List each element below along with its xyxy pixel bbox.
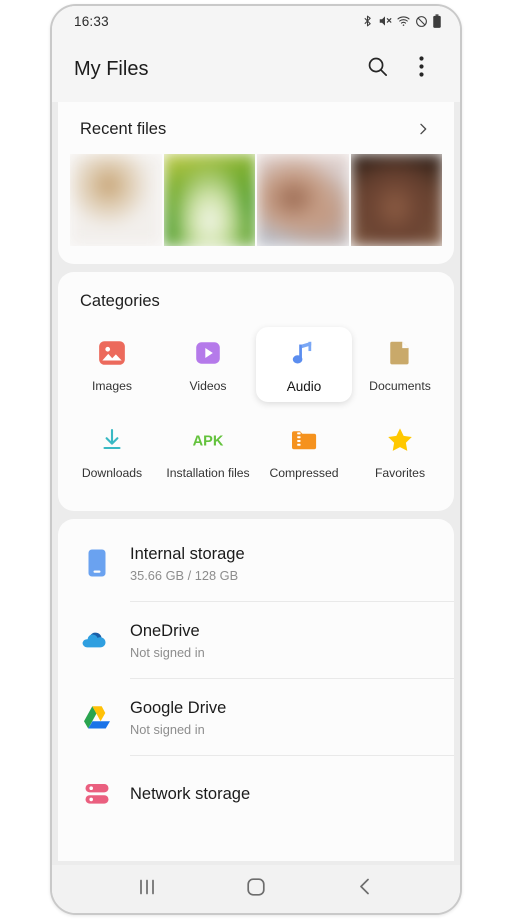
battery-icon xyxy=(432,13,442,29)
audio-icon xyxy=(288,336,320,370)
storage-name: Google Drive xyxy=(130,698,227,717)
status-bar: 16:33 xyxy=(52,6,460,36)
chevron-right-icon[interactable] xyxy=(412,118,434,140)
category-label: Images xyxy=(92,379,132,393)
search-icon xyxy=(366,55,389,83)
downloads-icon xyxy=(98,423,126,457)
recent-files-card: Recent files xyxy=(58,102,454,264)
google-drive-icon xyxy=(80,704,114,731)
home-icon xyxy=(246,877,266,902)
status-clock: 16:33 xyxy=(74,13,109,29)
mute-icon xyxy=(378,14,392,28)
recent-files-header[interactable]: Recent files xyxy=(58,118,454,140)
storage-item-network[interactable]: Network storage xyxy=(58,756,454,832)
back-button[interactable] xyxy=(343,869,387,909)
compressed-icon xyxy=(289,423,319,457)
category-label: Favorites xyxy=(374,466,426,480)
home-button[interactable] xyxy=(234,869,278,909)
phone-frame: 16:33 My Files Recent files Categories I… xyxy=(50,4,462,915)
category-compressed[interactable]: Compressed xyxy=(256,414,352,489)
list-item[interactable] xyxy=(163,154,255,246)
search-button[interactable] xyxy=(360,52,394,86)
storage-list-card: Internal storage 35.66 GB / 128 GB OneDr… xyxy=(58,519,454,861)
images-icon xyxy=(97,336,127,370)
app-bar: My Files xyxy=(52,36,460,102)
thumbnail-1 xyxy=(70,154,162,246)
category-installation-files[interactable]: APK Installation files xyxy=(160,414,256,489)
category-favorites[interactable]: Favorites xyxy=(352,414,448,489)
category-label: Videos xyxy=(189,379,227,393)
overflow-menu-button[interactable] xyxy=(404,52,438,86)
onedrive-icon xyxy=(80,629,114,651)
category-label: Compressed xyxy=(269,466,339,480)
list-item[interactable] xyxy=(257,154,349,246)
favorites-icon xyxy=(385,423,415,457)
categories-row-1: Images Videos Audio Documents xyxy=(58,327,454,402)
categories-row-2: Downloads APK Installation files Compres… xyxy=(58,414,454,489)
content-scroll-area[interactable]: Recent files Categories Images Videos Au… xyxy=(52,102,460,865)
storage-name: Network storage xyxy=(130,785,251,803)
recents-icon xyxy=(137,878,157,901)
overflow-menu-icon xyxy=(418,56,424,82)
apk-icon: APK xyxy=(188,423,228,457)
storage-subtitle: Not signed in xyxy=(130,644,205,660)
categories-title: Categories xyxy=(80,292,160,310)
storage-name: Internal storage xyxy=(130,544,245,563)
svg-text:APK: APK xyxy=(193,433,224,449)
category-label: Documents xyxy=(369,379,431,393)
category-documents[interactable]: Documents xyxy=(352,327,448,402)
phone-storage-icon xyxy=(80,548,114,578)
category-label: Installation files xyxy=(166,466,250,480)
storage-subtitle: Not signed in xyxy=(130,721,205,737)
list-item[interactable] xyxy=(70,154,162,246)
category-downloads[interactable]: Downloads xyxy=(64,414,160,489)
thumbnail-3 xyxy=(257,154,349,246)
category-label: Audio xyxy=(286,379,322,394)
list-item[interactable] xyxy=(350,154,442,246)
back-icon xyxy=(356,877,374,901)
navigation-bar xyxy=(52,865,460,913)
status-icon-group xyxy=(361,13,442,29)
recent-files-title: Recent files xyxy=(80,119,167,138)
bluetooth-icon xyxy=(361,14,374,28)
thumbnail-4 xyxy=(350,154,442,246)
recents-button[interactable] xyxy=(125,869,169,909)
storage-name: OneDrive xyxy=(130,621,200,640)
videos-icon xyxy=(193,336,223,370)
phone-screen: 16:33 My Files Recent files Categories I… xyxy=(52,6,460,913)
page-title: My Files xyxy=(74,57,149,80)
network-storage-icon xyxy=(80,781,114,807)
do-not-disturb-icon xyxy=(415,15,428,28)
storage-subtitle: 35.66 GB / 128 GB xyxy=(130,567,239,583)
storage-item-internal[interactable]: Internal storage 35.66 GB / 128 GB xyxy=(58,525,454,601)
documents-icon xyxy=(385,336,415,370)
category-audio[interactable]: Audio xyxy=(256,327,352,402)
category-images[interactable]: Images xyxy=(64,327,160,402)
thumbnail-2 xyxy=(163,154,255,246)
wifi-icon xyxy=(396,14,411,28)
storage-item-onedrive[interactable]: OneDrive Not signed in xyxy=(58,602,454,678)
categories-card: Categories Images Videos Audio Documents… xyxy=(58,272,454,511)
category-label: Downloads xyxy=(81,466,143,480)
recent-thumbnail-row xyxy=(58,154,454,246)
category-videos[interactable]: Videos xyxy=(160,327,256,402)
storage-item-google-drive[interactable]: Google Drive Not signed in xyxy=(58,679,454,755)
